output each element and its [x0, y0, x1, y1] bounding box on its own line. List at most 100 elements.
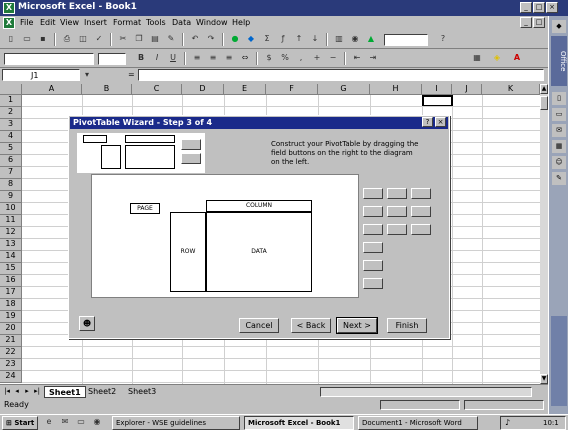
field-button[interactable]: [363, 224, 383, 235]
scroll-thumb[interactable]: [540, 96, 548, 110]
new-document-icon[interactable]: ▯: [552, 92, 566, 105]
format-painter-icon[interactable]: ✎: [164, 33, 178, 46]
column-header[interactable]: G: [318, 84, 370, 95]
office-bar-label[interactable]: Office: [551, 36, 567, 86]
field-button[interactable]: [387, 188, 407, 199]
chart-wizard-icon[interactable]: ▥: [332, 33, 346, 46]
first-sheet-icon[interactable]: |◂: [2, 387, 12, 397]
menu-insert[interactable]: Insert: [84, 18, 107, 27]
menu-file[interactable]: File: [20, 18, 33, 27]
row-header[interactable]: 4: [0, 131, 22, 143]
row-header[interactable]: 1: [0, 95, 22, 107]
dialog-help-icon[interactable]: ?: [422, 117, 433, 127]
align-right-icon[interactable]: ≡: [222, 52, 236, 65]
row-header[interactable]: 12: [0, 227, 22, 239]
column-header[interactable]: J: [452, 84, 482, 95]
row-drop-zone[interactable]: ROW: [170, 212, 206, 292]
increase-decimal-icon[interactable]: +: [310, 52, 324, 65]
currency-icon[interactable]: $: [262, 52, 276, 65]
row-header[interactable]: 11: [0, 215, 22, 227]
menu-edit[interactable]: Edit: [40, 18, 56, 27]
print-preview-icon[interactable]: ◫: [76, 33, 90, 46]
new-icon[interactable]: ▯: [4, 33, 18, 46]
dialog-close-icon[interactable]: ×: [435, 117, 446, 127]
zoom-select[interactable]: [384, 34, 428, 46]
save-icon[interactable]: ▪: [36, 33, 50, 46]
menu-view[interactable]: View: [60, 18, 79, 27]
print-icon[interactable]: ⎙: [60, 33, 74, 46]
underline-icon[interactable]: U: [166, 52, 180, 65]
pivot-layout-area[interactable]: PAGE COLUMN ROW DATA: [91, 174, 359, 298]
field-button[interactable]: [363, 278, 383, 289]
row-header[interactable]: 13: [0, 239, 22, 251]
close-icon[interactable]: ×: [546, 2, 558, 13]
row-header[interactable]: 16: [0, 275, 22, 287]
menu-data[interactable]: Data: [172, 18, 191, 27]
map-icon[interactable]: ◉: [348, 33, 362, 46]
row-header[interactable]: 23: [0, 359, 22, 371]
row-header[interactable]: 24: [0, 371, 22, 383]
excel-icon[interactable]: X: [3, 2, 15, 14]
open-document-icon[interactable]: ▭: [552, 108, 566, 121]
start-button[interactable]: ⊞ Start: [2, 416, 38, 430]
field-button[interactable]: [363, 242, 383, 253]
office-assistant-icon[interactable]: ?: [436, 33, 450, 46]
field-button[interactable]: [363, 188, 383, 199]
prev-sheet-icon[interactable]: ◂: [12, 387, 22, 397]
percent-icon[interactable]: %: [278, 52, 292, 65]
decrease-indent-icon[interactable]: ⇤: [350, 52, 364, 65]
name-box[interactable]: J1: [2, 69, 80, 81]
column-header[interactable]: A: [22, 84, 82, 95]
task-button-explorer[interactable]: Explorer - WSE guidelines: [112, 416, 240, 430]
column-header[interactable]: B: [82, 84, 132, 95]
row-header[interactable]: 18: [0, 299, 22, 311]
fill-color-icon[interactable]: ◈: [490, 52, 504, 65]
row-header[interactable]: 19: [0, 311, 22, 323]
increase-indent-icon[interactable]: ⇥: [366, 52, 380, 65]
bold-icon[interactable]: B: [134, 52, 148, 65]
font-select[interactable]: [4, 53, 94, 65]
quicklaunch-ie-icon[interactable]: e: [42, 416, 56, 429]
undo-icon[interactable]: ↶: [188, 33, 202, 46]
finish-button[interactable]: Finish: [387, 318, 427, 333]
scroll-up-icon[interactable]: ▲: [540, 84, 548, 94]
row-header[interactable]: 14: [0, 251, 22, 263]
font-color-icon[interactable]: A: [510, 52, 524, 65]
sheet-tab-sheet2[interactable]: Sheet2: [84, 386, 120, 398]
row-header[interactable]: 5: [0, 143, 22, 155]
sheet-tab-sheet1[interactable]: Sheet1: [44, 386, 86, 398]
quicklaunch-channels-icon[interactable]: ◉: [90, 416, 104, 429]
quicklaunch-desktop-icon[interactable]: ▭: [74, 416, 88, 429]
hyperlink-icon[interactable]: ●: [228, 33, 242, 46]
sort-descending-icon[interactable]: ↓: [308, 33, 322, 46]
menu-window[interactable]: Window: [196, 18, 228, 27]
minimize-icon[interactable]: _: [520, 2, 532, 13]
data-drop-zone[interactable]: DATA: [206, 212, 312, 292]
contact-icon[interactable]: ☺: [552, 156, 566, 169]
spelling-icon[interactable]: ✓: [92, 33, 106, 46]
row-header[interactable]: 17: [0, 287, 22, 299]
column-header[interactable]: D: [182, 84, 224, 95]
calendar-icon[interactable]: ▦: [552, 140, 566, 153]
decrease-decimal-icon[interactable]: −: [326, 52, 340, 65]
doc-restore-icon[interactable]: □: [533, 17, 545, 28]
quicklaunch-outlook-icon[interactable]: ✉: [58, 416, 72, 429]
last-sheet-icon[interactable]: ▸|: [32, 387, 42, 397]
redo-icon[interactable]: ↷: [204, 33, 218, 46]
task-button-excel[interactable]: Microsoft Excel - Book1: [244, 416, 354, 430]
row-header[interactable]: 2: [0, 107, 22, 119]
task-button-word[interactable]: Document1 - Microsoft Word: [358, 416, 478, 430]
row-header[interactable]: 15: [0, 263, 22, 275]
row-header[interactable]: 7: [0, 167, 22, 179]
next-button[interactable]: Next >: [336, 317, 378, 334]
italic-icon[interactable]: I: [150, 52, 164, 65]
cut-icon[interactable]: ✂: [116, 33, 130, 46]
menu-help[interactable]: Help: [232, 18, 250, 27]
select-all-corner[interactable]: [0, 84, 22, 95]
menu-format[interactable]: Format: [113, 18, 141, 27]
formula-equals[interactable]: =: [128, 70, 135, 79]
column-header[interactable]: K: [482, 84, 540, 95]
note-icon[interactable]: ✎: [552, 172, 566, 185]
back-button[interactable]: < Back: [291, 318, 331, 333]
scroll-down-icon[interactable]: ▼: [540, 374, 548, 384]
